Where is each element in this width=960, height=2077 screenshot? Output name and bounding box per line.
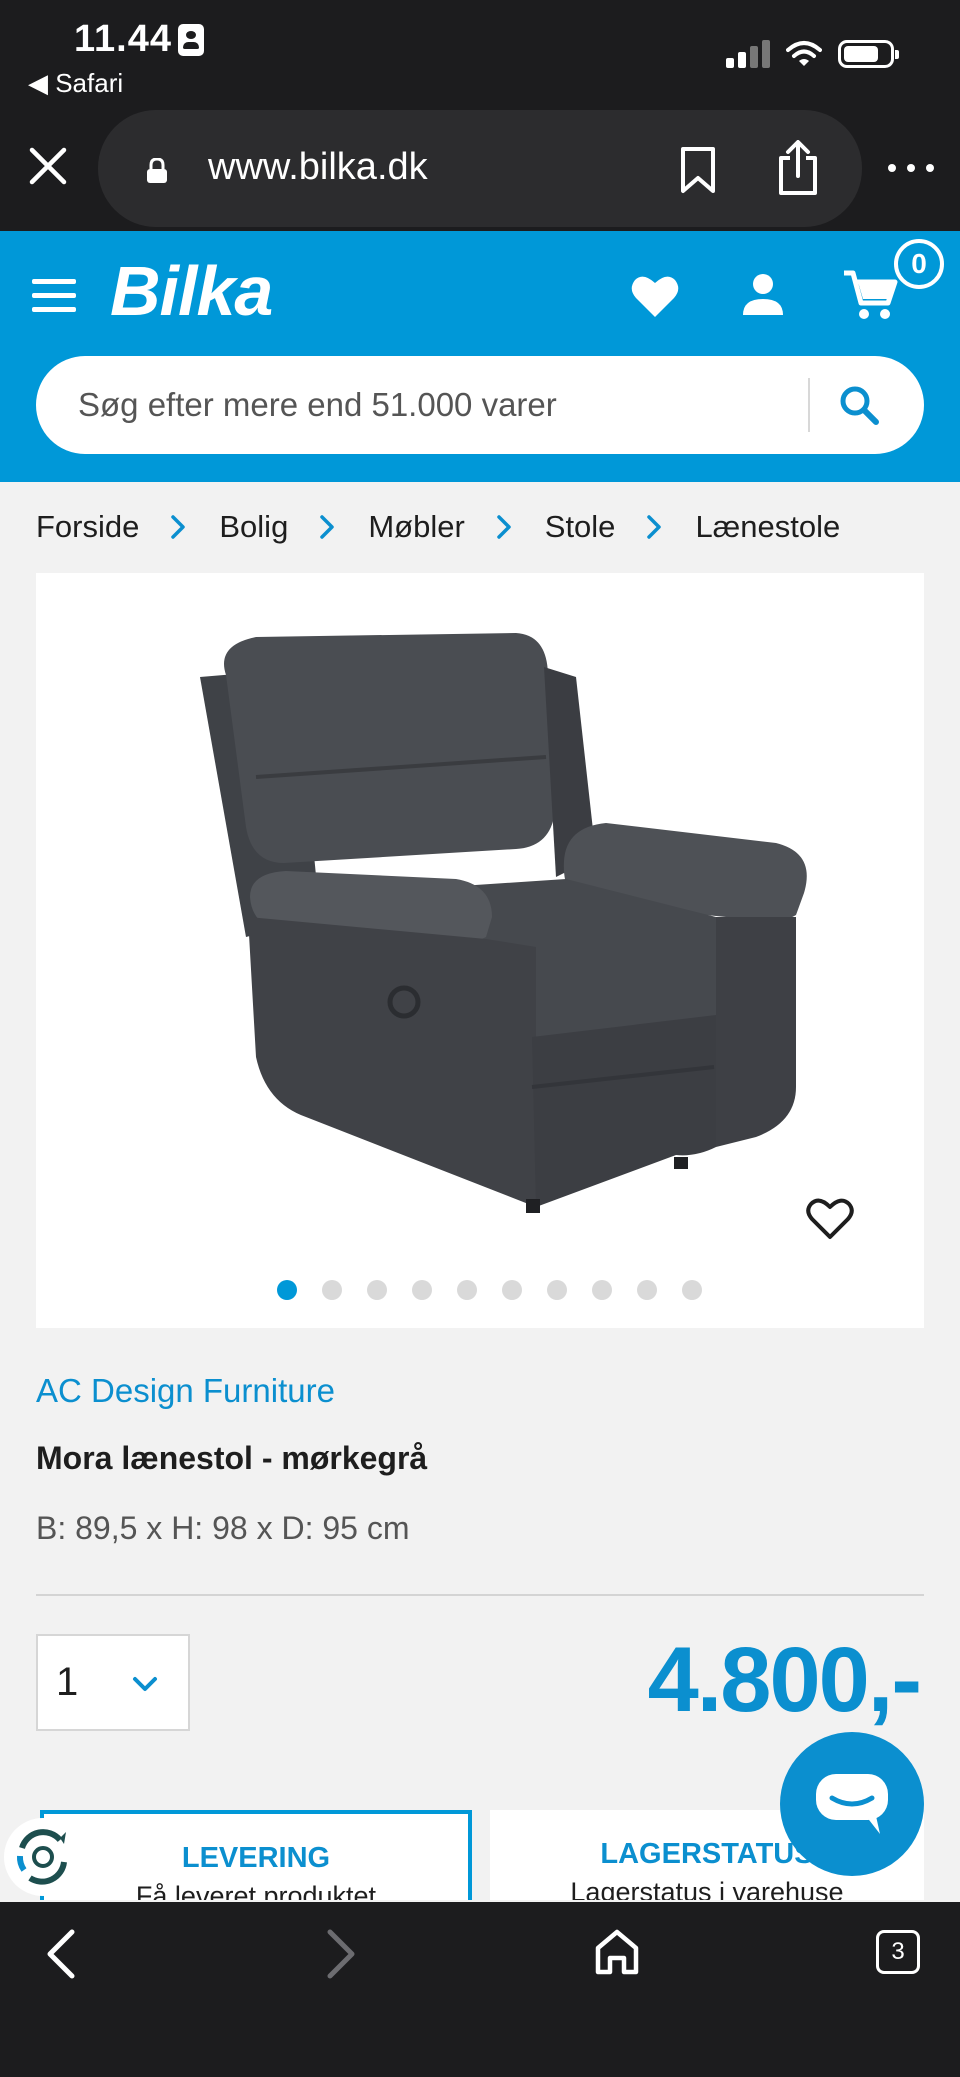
share-icon[interactable] [776,140,820,196]
product-price: 4.800,- [647,1629,922,1731]
carousel-dot[interactable] [547,1280,567,1300]
close-icon[interactable] [28,146,68,186]
status-bar: 11.44 ◀ Safari [0,0,960,110]
menu-icon[interactable] [32,279,76,313]
battery-icon [838,40,899,68]
carousel-dot[interactable] [502,1280,522,1300]
url-text[interactable]: www.bilka.dk [208,146,428,189]
bilka-logo[interactable]: Bilka [110,251,273,331]
carousel-dot[interactable] [412,1280,432,1300]
search-icon[interactable] [832,378,888,434]
breadcrumb-item-forside[interactable]: Forside [36,509,139,545]
cart-count-badge[interactable]: 0 [894,239,944,289]
browser-bottom-toolbar: 3 [0,1902,960,2077]
chevron-right-icon [171,515,186,539]
recycle-icon[interactable] [4,1818,82,1896]
heart-icon[interactable] [630,271,680,321]
browser-toolbar: www.bilka.dk [0,110,960,231]
divider [36,1594,924,1596]
wifi-icon [786,41,822,66]
carousel-dot[interactable] [637,1280,657,1300]
signal-icon [726,40,772,68]
cart-icon[interactable] [842,269,898,321]
breadcrumb: Forside Bolig Møbler Stole Lænestole [36,505,840,549]
stock-card-subtitle: Lagerstatus i varehuse [570,1877,844,1900]
search-divider [808,378,810,432]
chevron-right-icon [497,515,511,539]
tabs-button[interactable]: 3 [876,1930,920,1974]
product-image[interactable] [156,617,836,1217]
chevron-down-icon [133,1677,157,1691]
carousel-dot[interactable] [682,1280,702,1300]
delivery-card-title: LEVERING [181,1842,331,1874]
chevron-right-icon [647,515,662,539]
quantity-select[interactable]: 1 [36,1634,190,1731]
carousel-dot[interactable] [457,1280,477,1300]
address-bar[interactable]: www.bilka.dk [98,110,862,227]
product-image-carousel[interactable] [36,573,924,1328]
quantity-value: 1 [56,1660,79,1704]
breadcrumb-item-stole[interactable]: Stole [545,509,616,545]
bookmark-icon[interactable] [678,146,718,194]
back-to-safari-link[interactable]: ◀ Safari [28,68,123,99]
back-icon[interactable] [44,1928,80,1980]
forward-icon[interactable] [322,1928,358,1980]
carousel-dot[interactable] [277,1280,297,1300]
status-time: 11.44 [74,18,172,60]
carousel-dots [36,1280,924,1300]
product-dimensions: B: 89,5 x H: 98 x D: 95 cm [36,1510,410,1546]
chevron-right-icon [320,515,335,539]
breadcrumb-item-bolig[interactable]: Bolig [219,509,288,545]
search-input[interactable] [78,356,818,454]
user-icon[interactable] [740,271,786,317]
lock-icon [147,158,167,183]
delivery-card-subtitle: Få leveret produktet [135,1881,377,1900]
badge-icon [178,24,204,56]
favorite-heart-icon[interactable] [806,1197,854,1241]
breadcrumb-item-mobler[interactable]: Møbler [368,509,464,545]
product-brand-link[interactable]: AC Design Furniture [36,1372,335,1410]
carousel-dot[interactable] [367,1280,387,1300]
carousel-dot[interactable] [592,1280,612,1300]
search-bar[interactable] [36,356,924,454]
home-icon[interactable] [594,1928,640,1976]
more-icon[interactable] [886,158,936,178]
product-title: Mora lænestol - mørkegrå [36,1440,428,1476]
chat-button[interactable] [780,1732,924,1876]
site-header: Bilka 0 [0,231,960,482]
chat-icon [816,1774,888,1834]
breadcrumb-item-laenestole[interactable]: Lænestole [695,509,840,545]
delivery-card[interactable]: LEVERING Få leveret produktet [40,1810,472,1900]
carousel-dot[interactable] [322,1280,342,1300]
